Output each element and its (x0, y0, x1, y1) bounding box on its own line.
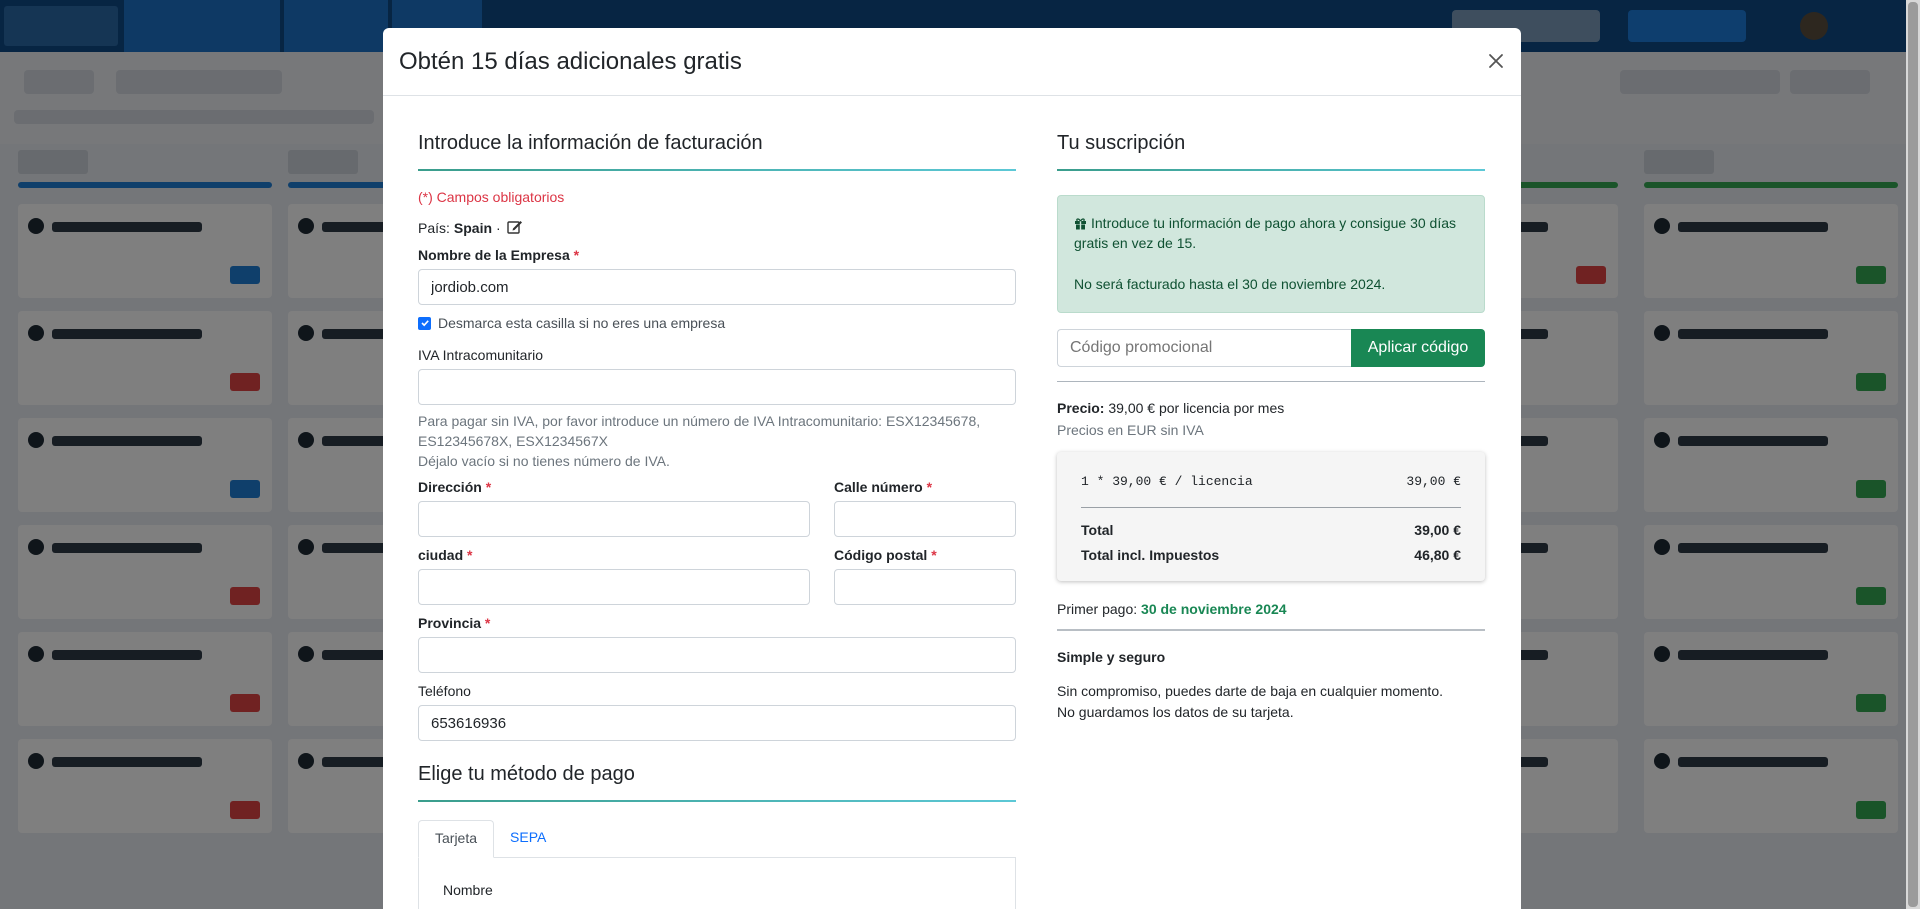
phone-label: Teléfono (418, 683, 471, 699)
province-label: Provincia * (418, 615, 491, 631)
address-input[interactable] (418, 501, 810, 537)
city-input[interactable] (418, 569, 810, 605)
price-line: Precio: 39,00 € por licencia por mes (1057, 400, 1485, 416)
checkmark-icon (420, 320, 429, 327)
vat-help-line: Para pagar sin IVA, por favor introduce … (418, 413, 981, 429)
price-label: Precio: (1057, 400, 1105, 416)
vat-input[interactable] (418, 369, 1016, 405)
first-payment: Primer pago: 30 de noviembre 2024 (1057, 601, 1485, 617)
secure-title: Simple y seguro (1057, 649, 1166, 665)
modal-title: Obtén 15 días adicionales gratis (399, 48, 742, 75)
subscription-summary: Tu suscripción Introduce tu información … (1057, 96, 1485, 723)
invoice-line: 1 * 39,00 € / licencia 39,00 € (1081, 474, 1461, 489)
postal-code-label: Código postal * (834, 547, 937, 563)
billing-date-text: No será facturado hasta el 30 de noviemb… (1074, 276, 1386, 292)
promo-text: Introduce tu información de pago ahora y… (1074, 215, 1457, 251)
phone-input[interactable] (418, 705, 1016, 741)
divider (1057, 629, 1485, 631)
card-payment-panel: Nombre (418, 858, 1016, 909)
modal-header: Obtén 15 días adicionales gratis (383, 28, 1521, 96)
country-line: País: Spain · (418, 219, 1016, 237)
street-number-label: Calle número * (834, 479, 933, 495)
vat-help-line: Déjalo vacío si no tienes número de IVA. (418, 453, 670, 469)
coupon-row: Aplicar código (1057, 329, 1485, 367)
price-note: Precios en EUR sin IVA (1057, 422, 1204, 438)
payment-tabs: Tarjeta SEPA (418, 820, 1016, 858)
close-icon (1489, 54, 1503, 68)
street-number-input[interactable] (834, 501, 1016, 537)
vat-help: Para pagar sin IVA, por favor introduce … (418, 411, 1016, 471)
invoice-summary: 1 * 39,00 € / licencia 39,00 € Total 39,… (1057, 452, 1485, 581)
edit-country-icon[interactable] (507, 219, 523, 237)
company-name-input[interactable] (418, 269, 1016, 305)
total-value: 39,00 € (1414, 522, 1461, 538)
tab-card[interactable]: Tarjeta (418, 820, 495, 858)
gift-icon (1075, 218, 1086, 230)
required-fields-note: (*) Campos obligatorios (418, 189, 565, 205)
address-label: Dirección * (418, 479, 492, 495)
total-label: Total (1081, 522, 1114, 538)
scrollbar-thumb[interactable] (1908, 2, 1918, 907)
first-payment-date: 30 de noviembre 2024 (1141, 601, 1287, 617)
total-tax-value: 46,80 € (1414, 547, 1461, 563)
country-label: País: (418, 220, 450, 236)
total-tax-label: Total incl. Impuestos (1081, 547, 1220, 563)
city-label: ciudad * (418, 547, 473, 563)
vat-label: IVA Intracomunitario (418, 347, 544, 363)
country-separator: · (496, 220, 501, 236)
divider (1081, 507, 1461, 508)
company-label: Nombre de la Empresa * (418, 247, 580, 263)
page-scrollbar[interactable] (1906, 0, 1920, 909)
secure-line: No guardamos los datos de su tarjeta. (1057, 704, 1294, 720)
city-row: ciudad * Código postal * (418, 537, 1016, 605)
not-company-label[interactable]: Desmarca esta casilla si no eres una emp… (438, 315, 725, 331)
invoice-total: Total 39,00 € (1081, 522, 1461, 538)
divider (1057, 381, 1485, 382)
billing-section-title: Introduce la información de facturación (418, 132, 1016, 171)
address-row: Dirección * Calle número * (418, 471, 1016, 537)
country-value: Spain (453, 220, 493, 236)
postal-code-input[interactable] (834, 569, 1016, 605)
promo-code-input[interactable] (1057, 329, 1351, 367)
secure-text: Sin compromiso, puedes darte de baja en … (1057, 681, 1485, 723)
secure-line: Sin compromiso, puedes darte de baja en … (1057, 683, 1443, 699)
billing-form: Introduce la información de facturación … (418, 96, 1016, 909)
apply-code-button[interactable]: Aplicar código (1351, 329, 1485, 367)
promo-alert: Introduce tu información de pago ahora y… (1057, 195, 1485, 313)
price-value: 39,00 € por licencia por mes (1108, 400, 1285, 416)
not-company-row: Desmarca esta casilla si no eres una emp… (418, 315, 1016, 331)
invoice-total-with-tax: Total incl. Impuestos 46,80 € (1081, 547, 1461, 563)
close-button[interactable] (1481, 46, 1511, 76)
invoice-line-desc: 1 * 39,00 € / licencia (1081, 474, 1253, 489)
province-input[interactable] (418, 637, 1016, 673)
tab-sepa[interactable]: SEPA (494, 820, 562, 857)
invoice-line-amount: 39,00 € (1406, 474, 1461, 489)
card-name-label: Nombre (443, 882, 493, 898)
subscription-title: Tu suscripción (1057, 132, 1485, 171)
first-payment-label: Primer pago: (1057, 601, 1138, 617)
payment-method-title: Elige tu método de pago (418, 763, 1016, 802)
trial-extension-modal: Obtén 15 días adicionales gratis Introdu… (383, 28, 1521, 909)
vat-help-line: ES12345678X, ESX1234567X (418, 433, 608, 449)
not-company-checkbox[interactable] (418, 316, 431, 330)
